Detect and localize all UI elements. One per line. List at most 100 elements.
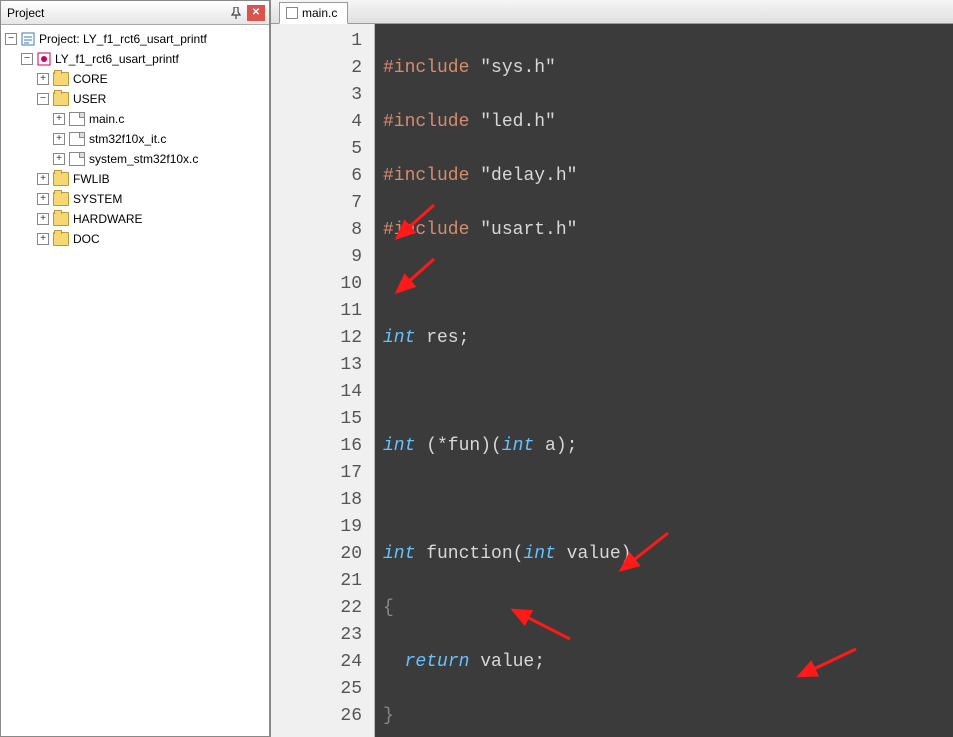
tree-folder-core[interactable]: + CORE — [1, 69, 269, 89]
project-tree: − Project: LY_f1_rct6_usart_printf − LY_… — [1, 25, 269, 736]
tree-workspace-root[interactable]: − Project: LY_f1_rct6_usart_printf — [1, 29, 269, 49]
expander-minus-icon[interactable]: − — [21, 53, 33, 65]
line-number: 18 — [271, 487, 362, 514]
token-preproc: #include — [383, 220, 469, 240]
expander-minus-icon[interactable]: − — [5, 33, 17, 45]
workspace-icon — [21, 32, 35, 46]
line-number: 25 — [271, 676, 362, 703]
line-number: 23 — [271, 622, 362, 649]
panel-title: Project — [5, 6, 225, 20]
line-number: 22 — [271, 595, 362, 622]
token-preproc: #include — [383, 166, 469, 186]
code-content[interactable]: #include "sys.h" #include "led.h" #inclu… — [375, 24, 953, 737]
tree-label: Project: LY_f1_rct6_usart_printf — [39, 32, 207, 46]
line-number: 26 — [271, 703, 362, 730]
line-number: 2 — [271, 55, 362, 82]
line-number: 20 — [271, 541, 362, 568]
line-number: 14 — [271, 379, 362, 406]
tree-file-sys[interactable]: + system_stm32f10x.c — [1, 149, 269, 169]
token-string: "sys.h" — [480, 58, 556, 78]
c-file-icon — [69, 132, 85, 146]
panel-header: Project ✕ — [1, 1, 269, 25]
folder-icon — [53, 172, 69, 186]
project-panel: Project ✕ − Project: LY_f1_rct6_usart_pr… — [0, 0, 270, 737]
token-keyword: int — [502, 436, 534, 456]
tree-file-main[interactable]: + main.c — [1, 109, 269, 129]
line-number: 13 — [271, 352, 362, 379]
expander-plus-icon[interactable]: + — [37, 233, 49, 245]
token-keyword: return — [405, 652, 470, 672]
line-number: 5 — [271, 136, 362, 163]
token-text: value; — [469, 652, 545, 672]
token-text: value) — [556, 544, 632, 564]
c-file-icon — [69, 112, 85, 126]
line-number: 15 — [271, 406, 362, 433]
token-brace: { — [383, 598, 394, 618]
editor-tab-bar: main.c — [271, 0, 953, 24]
token-text: function( — [415, 544, 523, 564]
c-file-icon — [286, 7, 298, 19]
tree-label: FWLIB — [73, 172, 110, 186]
expander-plus-icon[interactable]: + — [37, 173, 49, 185]
expander-plus-icon[interactable]: + — [53, 113, 65, 125]
expander-minus-icon[interactable]: − — [37, 93, 49, 105]
folder-icon — [53, 92, 69, 106]
tree-file-it[interactable]: + stm32f10x_it.c — [1, 129, 269, 149]
expander-plus-icon[interactable]: + — [37, 73, 49, 85]
folder-icon — [53, 212, 69, 226]
token-keyword: int — [383, 436, 415, 456]
token-keyword: int — [383, 328, 415, 348]
tree-project-node[interactable]: − LY_f1_rct6_usart_printf — [1, 49, 269, 69]
folder-icon — [53, 192, 69, 206]
token-text: (*fun)( — [415, 436, 501, 456]
token-text: a); — [534, 436, 577, 456]
line-number: 8 — [271, 217, 362, 244]
tree-folder-hardware[interactable]: + HARDWARE — [1, 209, 269, 229]
tree-folder-doc[interactable]: + DOC — [1, 229, 269, 249]
line-number: 19 — [271, 514, 362, 541]
pin-icon[interactable] — [227, 5, 245, 21]
line-number: 17 — [271, 460, 362, 487]
line-number: 6 — [271, 163, 362, 190]
tree-label: stm32f10x_it.c — [89, 132, 166, 146]
tree-folder-system[interactable]: + SYSTEM — [1, 189, 269, 209]
tab-main-c[interactable]: main.c — [279, 2, 348, 24]
token-string: "led.h" — [480, 112, 556, 132]
line-number: 12 — [271, 325, 362, 352]
target-icon — [37, 52, 51, 66]
tree-folder-user[interactable]: − USER — [1, 89, 269, 109]
token-string: "usart.h" — [480, 220, 577, 240]
tree-label: CORE — [73, 72, 108, 86]
line-number: 4 — [271, 109, 362, 136]
line-number: 21 — [271, 568, 362, 595]
c-file-icon — [69, 152, 85, 166]
tree-label: main.c — [89, 112, 124, 126]
expander-plus-icon[interactable]: + — [53, 133, 65, 145]
folder-icon — [53, 232, 69, 246]
line-number: 9 — [271, 244, 362, 271]
token-string: "delay.h" — [480, 166, 577, 186]
tree-label: DOC — [73, 232, 100, 246]
line-number: 24 — [271, 649, 362, 676]
tree-folder-fwlib[interactable]: + FWLIB — [1, 169, 269, 189]
code-editor[interactable]: 1234567891011121314151617181920212223242… — [271, 24, 953, 737]
folder-icon — [53, 72, 69, 86]
token-keyword: int — [383, 544, 415, 564]
token-text: res; — [415, 328, 469, 348]
line-number: 7 — [271, 190, 362, 217]
tree-label: SYSTEM — [73, 192, 122, 206]
editor-area: main.c 123456789101112131415161718192021… — [270, 0, 953, 737]
line-number: 10 — [271, 271, 362, 298]
close-icon[interactable]: ✕ — [247, 5, 265, 21]
token-preproc: #include — [383, 58, 469, 78]
line-number: 3 — [271, 82, 362, 109]
tree-label: LY_f1_rct6_usart_printf — [55, 52, 179, 66]
expander-plus-icon[interactable]: + — [37, 193, 49, 205]
line-number: 1 — [271, 28, 362, 55]
tree-label: system_stm32f10x.c — [89, 152, 198, 166]
expander-plus-icon[interactable]: + — [53, 153, 65, 165]
token-brace: } — [383, 706, 394, 726]
line-number: 16 — [271, 433, 362, 460]
line-number: 11 — [271, 298, 362, 325]
expander-plus-icon[interactable]: + — [37, 213, 49, 225]
